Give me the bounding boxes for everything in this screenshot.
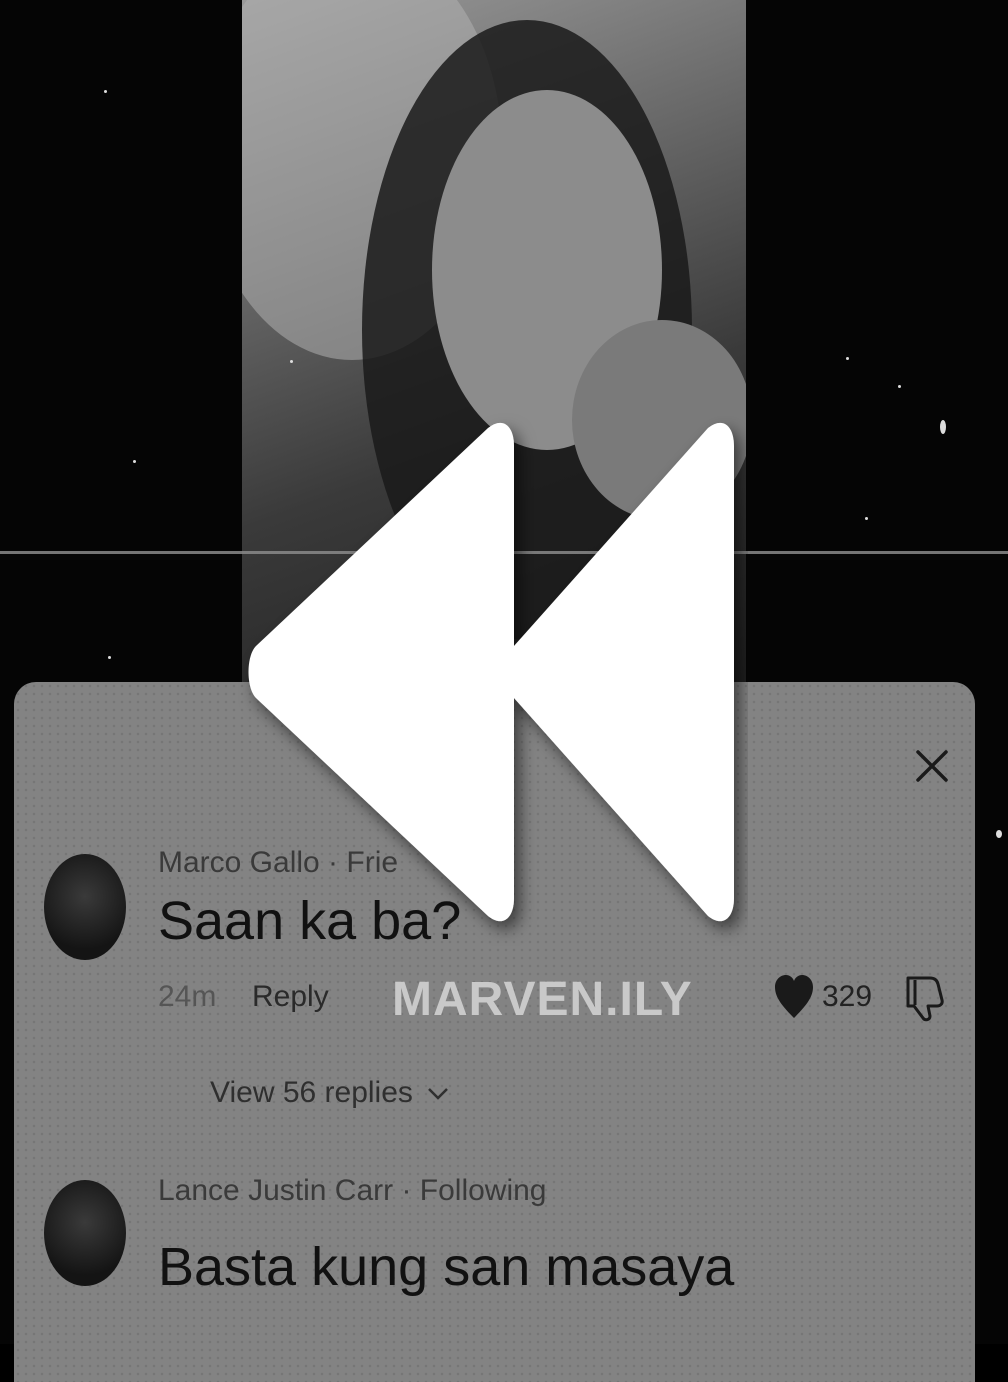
dust-speck xyxy=(290,360,293,363)
rewind-icon[interactable] xyxy=(238,398,748,946)
view-replies-button[interactable]: View 56 replies xyxy=(210,1076,449,1110)
dust-speck xyxy=(104,90,107,93)
close-icon[interactable] xyxy=(912,746,952,786)
avatar[interactable] xyxy=(44,854,126,960)
view-replies-label: View 56 replies xyxy=(210,1076,413,1109)
dust-speck xyxy=(133,460,136,463)
comment-author[interactable]: Lance Justin Carr · Following xyxy=(158,1174,547,1208)
dust-speck xyxy=(846,357,849,360)
dust-speck xyxy=(898,385,901,388)
avatar[interactable] xyxy=(44,1180,126,1286)
heart-icon[interactable] xyxy=(774,974,814,1025)
dust-speck xyxy=(865,517,868,520)
reply-button[interactable]: Reply xyxy=(252,980,329,1014)
comment-text: Basta kung san masaya xyxy=(158,1237,735,1297)
chevron-down-icon xyxy=(428,1088,449,1100)
thumbs-down-icon[interactable] xyxy=(904,974,946,1027)
like-count: 329 xyxy=(822,980,873,1013)
comment-time: 24m xyxy=(158,980,217,1013)
watermark-text: MARVEN.ILY xyxy=(392,973,693,1026)
dust-speck xyxy=(940,420,946,434)
dust-speck xyxy=(996,830,1002,838)
dust-speck xyxy=(108,656,111,659)
